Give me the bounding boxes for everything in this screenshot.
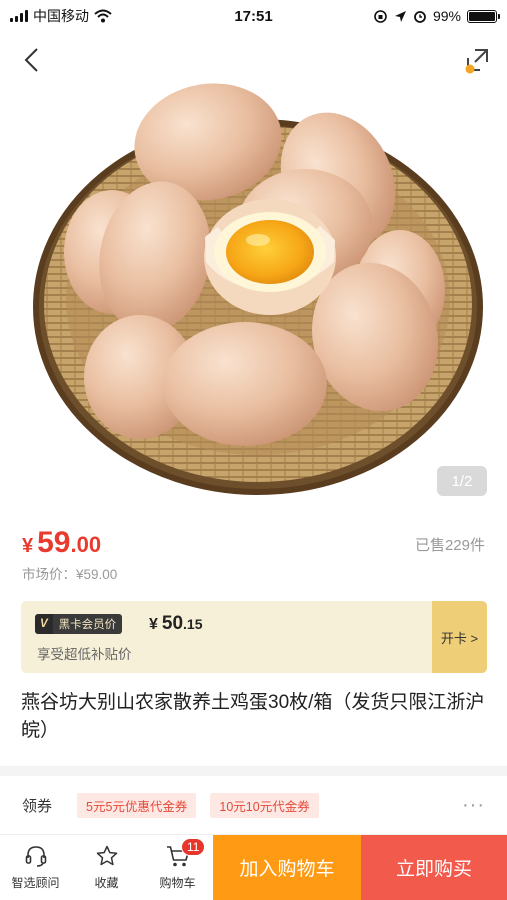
add-to-cart-button[interactable]: 加入购物车	[213, 835, 361, 900]
product-photo	[33, 83, 483, 495]
buy-now-button[interactable]: 立即购买	[361, 835, 507, 900]
more-icon[interactable]: ···	[462, 794, 485, 817]
cart-count-badge: 11	[181, 838, 206, 856]
product-image-carousel[interactable]: 1/2	[0, 32, 507, 510]
share-expand-icon	[465, 49, 488, 74]
vip-icon: V	[35, 614, 53, 634]
price-row: ¥59.00 已售229件	[22, 522, 487, 562]
orientation-lock-icon	[374, 9, 387, 23]
star-icon	[96, 845, 117, 866]
cart-label: 购物车	[159, 876, 196, 890]
member-price-integer: 50	[161, 613, 184, 634]
coupon-tag[interactable]: 5元5元优惠代金券	[77, 792, 197, 818]
alarm-icon	[414, 11, 426, 23]
member-subtitle: 享受超低补贴价	[37, 647, 132, 662]
price-decimal: .00	[70, 532, 102, 557]
sold-count: 已售229件	[414, 537, 485, 554]
wifi-icon	[94, 9, 112, 23]
member-price-card[interactable]: V 黑卡会员价 ¥50.15 享受超低补贴价 开卡 >	[21, 601, 487, 673]
coupon-tag[interactable]: 10元10元代金券	[210, 792, 319, 818]
favorite-tab[interactable]: 收藏	[71, 835, 142, 900]
price-currency: ¥	[22, 535, 34, 557]
signal-icon	[10, 10, 28, 22]
open-card-button[interactable]: 开卡 >	[432, 601, 487, 673]
share-button[interactable]	[459, 42, 495, 78]
market-price: 市场价：¥59.00	[22, 567, 118, 582]
sale-price: ¥59.00	[22, 526, 101, 560]
battery-percent: 99%	[432, 8, 461, 24]
page-indicator: 1/2	[437, 466, 487, 496]
bottom-action-bar: 智选顾问 收藏 购物车 11 加入购物车 立即购买	[0, 834, 507, 900]
advisor-label: 智选顾问	[11, 876, 60, 890]
back-button[interactable]	[14, 42, 50, 78]
carrier-label: 中国移动	[33, 8, 89, 24]
advisor-tab[interactable]: 智选顾问	[0, 835, 71, 900]
back-arrow-icon	[24, 48, 38, 72]
status-bar: 中国移动 17:51 99%	[0, 0, 507, 32]
member-price-currency: ¥	[149, 616, 158, 633]
coupon-label: 领券	[22, 797, 53, 815]
section-divider	[0, 766, 507, 776]
price-integer: 59	[37, 526, 71, 559]
coupon-row[interactable]: 领券 5元5元优惠代金券 10元10元代金券 ···	[0, 776, 507, 834]
location-icon	[394, 10, 406, 22]
status-time: 17:51	[234, 7, 273, 25]
cart-tab[interactable]: 购物车 11	[142, 835, 213, 900]
member-badge-label: 黑卡会员价	[52, 614, 123, 634]
member-price: ¥50.15	[149, 613, 203, 635]
battery-icon	[467, 9, 500, 23]
favorite-label: 收藏	[94, 876, 119, 890]
product-title: 燕谷坊大别山农家散养土鸡蛋30枚/箱（发货只限江浙沪皖）	[21, 692, 485, 741]
black-card-badge: V 黑卡会员价	[35, 614, 123, 634]
headset-icon	[25, 846, 46, 867]
member-price-decimal: .15	[183, 616, 203, 632]
